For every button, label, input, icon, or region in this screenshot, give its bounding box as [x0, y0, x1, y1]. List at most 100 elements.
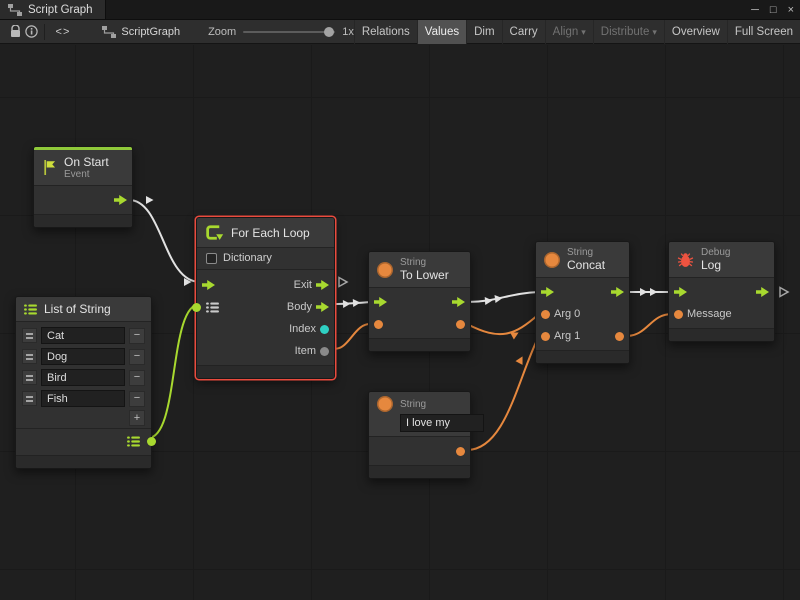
wire-list-to-foreach: [148, 304, 200, 438]
node-string-concat[interactable]: String Concat Arg 0 Arg 1: [535, 241, 630, 364]
value-output-port[interactable]: [456, 447, 465, 456]
graph-toolbar: <> ScriptGraph Zoom 1x Relations Values …: [0, 20, 800, 44]
fullscreen-button[interactable]: Full Screen: [727, 20, 800, 44]
maximize-button[interactable]: □: [770, 0, 777, 20]
collection-input-port[interactable]: [192, 303, 201, 312]
zoom-value: 1x: [342, 26, 354, 38]
zoom-slider[interactable]: [243, 31, 335, 33]
zoom-control: Zoom 1x: [208, 26, 354, 38]
node-string-to-lower[interactable]: String To Lower: [368, 251, 471, 352]
add-item-button[interactable]: +: [129, 410, 145, 426]
node-list-of-string[interactable]: List of String − − −: [15, 296, 152, 469]
node-footer: [369, 338, 470, 351]
result-output-port[interactable]: [615, 332, 624, 341]
dim-button[interactable]: Dim: [466, 20, 501, 44]
control-input-port[interactable]: [541, 287, 554, 297]
remove-item-button[interactable]: −: [129, 391, 145, 407]
dictionary-label: Dictionary: [223, 252, 272, 264]
list-output-port[interactable]: [147, 437, 156, 446]
edit-graph-toggle[interactable]: <>: [50, 26, 77, 38]
string-value-input[interactable]: [400, 414, 484, 432]
string-icon: [544, 252, 560, 268]
control-output-port[interactable]: [611, 287, 624, 297]
list-icon: [24, 304, 37, 315]
dictionary-checkbox[interactable]: [206, 253, 217, 264]
list-item-input[interactable]: [41, 327, 125, 344]
result-output-port[interactable]: [456, 320, 465, 329]
message-input-port[interactable]: [674, 310, 683, 319]
toolbar-separator: [44, 24, 45, 40]
minimize-button[interactable]: ─: [751, 0, 759, 20]
info-icon[interactable]: [23, 20, 38, 44]
divider: [197, 269, 334, 270]
node-string-literal[interactable]: String: [368, 391, 471, 479]
chevron-down-icon: ▾: [652, 27, 657, 37]
arg1-label: Arg 1: [554, 330, 580, 342]
node-category: String: [400, 399, 426, 410]
drag-handle[interactable]: [22, 370, 37, 385]
overview-button[interactable]: Overview: [664, 20, 727, 44]
wire-onstart-to-foreach: [129, 200, 200, 282]
node-footer: [669, 328, 774, 341]
list-item-row: −: [16, 388, 151, 409]
wire-arrowhead: [184, 278, 192, 286]
item-output-port[interactable]: [320, 347, 329, 356]
remove-item-button[interactable]: −: [129, 349, 145, 365]
index-output-port[interactable]: [320, 325, 329, 334]
chevron-down-icon: ▾: [581, 27, 586, 37]
wire-tolower-to-concat: [467, 292, 539, 302]
drag-handle[interactable]: [22, 349, 37, 364]
unconnected-port-marker: [339, 278, 347, 287]
node-for-each-loop[interactable]: For Each Loop Dictionary Exit Body: [196, 217, 335, 379]
graph-canvas[interactable]: On Start Event List of String: [0, 45, 800, 600]
body-port-label: Body: [287, 301, 312, 313]
values-button[interactable]: Values: [417, 20, 466, 44]
drag-handle[interactable]: [22, 391, 37, 406]
node-footer: [536, 350, 629, 363]
distribute-button[interactable]: Distribute▾: [593, 20, 664, 44]
remove-item-button[interactable]: −: [129, 370, 145, 386]
graph-breadcrumb[interactable]: ScriptGraph: [102, 26, 180, 38]
relations-button[interactable]: Relations: [354, 20, 417, 44]
list-item-input[interactable]: [41, 369, 125, 386]
control-output-port[interactable]: [114, 195, 127, 205]
wire-arrowhead: [146, 196, 154, 204]
control-input-port[interactable]: [374, 297, 387, 307]
graph-asset-icon: [102, 26, 116, 38]
value-input-port[interactable]: [374, 320, 383, 329]
remove-item-button[interactable]: −: [129, 328, 145, 344]
align-button[interactable]: Align▾: [545, 20, 593, 44]
wire-arrowhead: [343, 300, 351, 308]
arg0-label: Arg 0: [554, 308, 580, 320]
list-item-input[interactable]: [41, 390, 125, 407]
tab-script-graph[interactable]: Script Graph: [0, 0, 106, 19]
exit-output-port[interactable]: [316, 280, 329, 290]
node-on-start[interactable]: On Start Event: [33, 146, 133, 228]
control-output-port[interactable]: [452, 297, 465, 307]
index-port-label: Index: [289, 323, 316, 335]
node-category: String: [567, 247, 605, 259]
lock-icon[interactable]: [8, 20, 23, 44]
arg0-input-port[interactable]: [541, 310, 550, 319]
toolbar-buttons: Relations Values Dim Carry Align▾ Distri…: [354, 20, 800, 44]
node-title: List of String: [44, 302, 111, 316]
wire-arrowhead: [515, 355, 526, 365]
close-button[interactable]: ×: [788, 0, 794, 20]
carry-button[interactable]: Carry: [502, 20, 545, 44]
arg1-input-port[interactable]: [541, 332, 550, 341]
node-debug-log[interactable]: Debug Log Message: [668, 241, 775, 342]
wire-item-to-tolower: [331, 324, 372, 349]
control-input-port[interactable]: [202, 280, 215, 290]
drag-handle[interactable]: [22, 328, 37, 343]
body-output-port[interactable]: [316, 302, 329, 312]
wire-arrowhead: [495, 294, 503, 303]
control-input-port[interactable]: [674, 287, 687, 297]
wire-literal-to-arg1: [467, 336, 539, 450]
wire-arrowhead: [510, 329, 520, 340]
wire-concat-to-message: [626, 314, 672, 336]
align-label: Align: [553, 26, 579, 38]
node-footer: [16, 455, 151, 468]
list-item-input[interactable]: [41, 348, 125, 365]
control-output-port[interactable]: [756, 287, 769, 297]
zoom-slider-knob[interactable]: [324, 27, 334, 37]
